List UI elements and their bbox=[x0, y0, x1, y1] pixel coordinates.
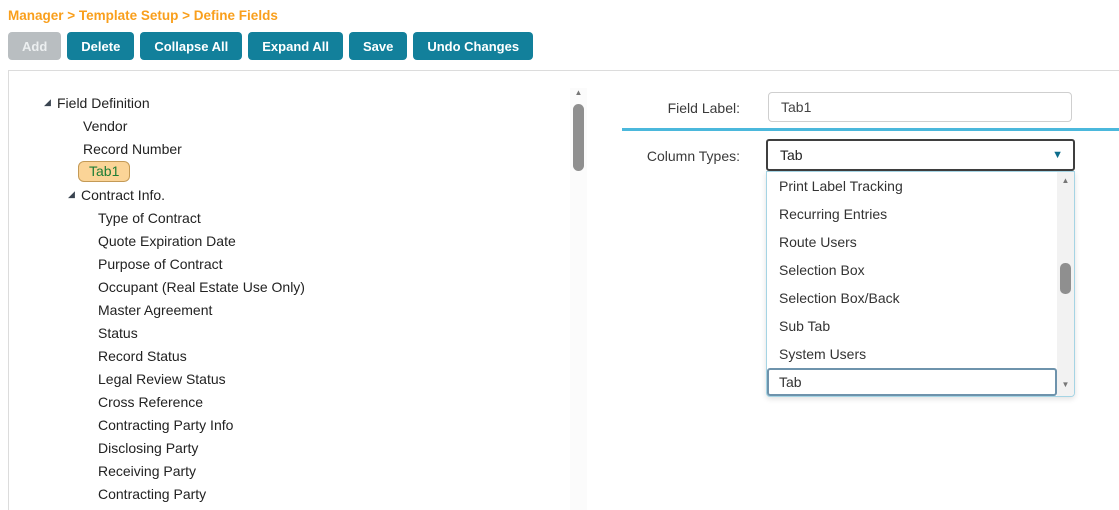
section-separator bbox=[622, 128, 1119, 131]
tree-item-label: Cross Reference bbox=[98, 393, 204, 410]
tree-item-label: Master Agreement bbox=[98, 301, 213, 318]
tree-item-label: Status bbox=[98, 324, 138, 341]
toolbar-button[interactable]: Save bbox=[348, 32, 408, 60]
dropdown-option[interactable]: Sub Tab bbox=[767, 312, 1057, 340]
toolbar-button[interactable]: Collapse All bbox=[140, 32, 243, 60]
tree-item[interactable]: ◢ Vendor bbox=[9, 114, 564, 137]
dropdown-option[interactable]: Selection Box/Back bbox=[767, 284, 1057, 312]
dropdown-option[interactable]: Route Users bbox=[767, 228, 1057, 256]
tree-item[interactable]: ◢ Status bbox=[9, 321, 564, 344]
tree-item[interactable]: ◢ Master Agreement bbox=[9, 298, 564, 321]
tree-item-label: Contracting Party Info bbox=[98, 416, 234, 433]
tree-item[interactable]: ◢ Cross Reference bbox=[9, 390, 564, 413]
tree-item-label: Record Status bbox=[98, 347, 187, 364]
column-types-dropdown: Print Label Tracking Recurring Entries R… bbox=[766, 171, 1075, 397]
tree-item[interactable]: ◢ Legal Review Status bbox=[9, 367, 564, 390]
tree-item-label: Receiving Party bbox=[98, 462, 197, 479]
tree-scrollbar[interactable]: ▲ bbox=[570, 88, 587, 510]
tree-item[interactable]: ◢ Tab1 bbox=[9, 160, 564, 183]
tree-item-label: Contract Info. bbox=[81, 186, 166, 203]
dropdown-arrow-icon: ▼ bbox=[1052, 148, 1063, 161]
tree-item-label: Occupant (Real Estate Use Only) bbox=[98, 278, 305, 295]
tree-item-label: Vendor bbox=[83, 117, 128, 134]
tree-item-label: Field Definition bbox=[57, 94, 150, 111]
column-types-selected-value: Tab bbox=[780, 147, 803, 163]
column-types-select[interactable]: Tab ▼ bbox=[766, 139, 1075, 171]
dropdown-options: Print Label Tracking Recurring Entries R… bbox=[767, 172, 1057, 396]
tree-item[interactable]: ◢ Purpose of Contract bbox=[9, 252, 564, 275]
tree-item[interactable]: ◢ Record Status bbox=[9, 344, 564, 367]
tree-item[interactable]: ◢ Contracting Party bbox=[9, 482, 564, 505]
toolbar: Add Delete Collapse All Expand All Save … bbox=[8, 32, 534, 60]
toolbar-button[interactable]: Add bbox=[8, 32, 62, 60]
tree-item-label: Type of Contract bbox=[98, 209, 201, 226]
expander-triangle-icon[interactable]: ◢ bbox=[68, 190, 77, 199]
tree-item-label: Quote Expiration Date bbox=[98, 232, 236, 249]
toolbar-button[interactable]: Delete bbox=[67, 32, 135, 60]
tree-item[interactable]: ◢ Field Definition bbox=[9, 91, 564, 114]
scroll-up-icon[interactable]: ▲ bbox=[570, 88, 587, 98]
tree-item-label: Disclosing Party bbox=[98, 439, 199, 456]
tree-item-label: Purpose of Contract bbox=[98, 255, 223, 272]
expander-triangle-icon[interactable]: ◢ bbox=[44, 98, 53, 107]
tree-scrollbar-thumb[interactable] bbox=[573, 104, 584, 171]
tree-item[interactable]: ◢ Record Number bbox=[9, 137, 564, 160]
dropdown-option[interactable]: Print Label Tracking bbox=[767, 172, 1057, 200]
field-label-input[interactable] bbox=[768, 92, 1072, 122]
tree-item-label: Contracting Party bbox=[98, 485, 207, 502]
breadcrumb[interactable]: Manager > Template Setup > Define Fields bbox=[8, 8, 278, 23]
dropdown-option[interactable]: Tab bbox=[767, 368, 1057, 396]
dropdown-option[interactable]: Selection Box bbox=[767, 256, 1057, 284]
scroll-up-icon[interactable]: ▲ bbox=[1057, 176, 1074, 186]
field-label-label: Field Label: bbox=[667, 100, 740, 116]
tree-item-label: Tab1 bbox=[78, 161, 131, 182]
tree-item[interactable]: ◢ Type of Contract bbox=[9, 206, 564, 229]
column-types-label: Column Types: bbox=[646, 148, 740, 164]
tree-item[interactable]: ◢ Quote Expiration Date bbox=[9, 229, 564, 252]
toolbar-button[interactable]: Undo Changes bbox=[413, 32, 534, 60]
tree-item[interactable]: ◢ Disclosing Party bbox=[9, 436, 564, 459]
tree-item[interactable]: ◢ Contracting Party Info bbox=[9, 413, 564, 436]
tree-item[interactable]: ◢ Occupant (Real Estate Use Only) bbox=[9, 275, 564, 298]
dropdown-option[interactable]: System Users bbox=[767, 340, 1057, 368]
dropdown-option[interactable]: Recurring Entries bbox=[767, 200, 1057, 228]
tree-item-label: Record Number bbox=[83, 140, 182, 157]
dropdown-scrollbar-thumb[interactable] bbox=[1060, 263, 1071, 294]
tree-item[interactable]: ◢ Contract Info. bbox=[9, 183, 564, 206]
tree-item[interactable]: ◢ Receiving Party bbox=[9, 459, 564, 482]
tree-item-label: Legal Review Status bbox=[98, 370, 226, 387]
dropdown-scrollbar[interactable]: ▲ ▼ bbox=[1057, 172, 1074, 396]
toolbar-button[interactable]: Expand All bbox=[248, 32, 343, 60]
field-definition-tree: ◢ Field Definition ◢ Vendor ◢ Record Num… bbox=[9, 71, 564, 510]
scroll-down-icon[interactable]: ▼ bbox=[1057, 380, 1074, 390]
